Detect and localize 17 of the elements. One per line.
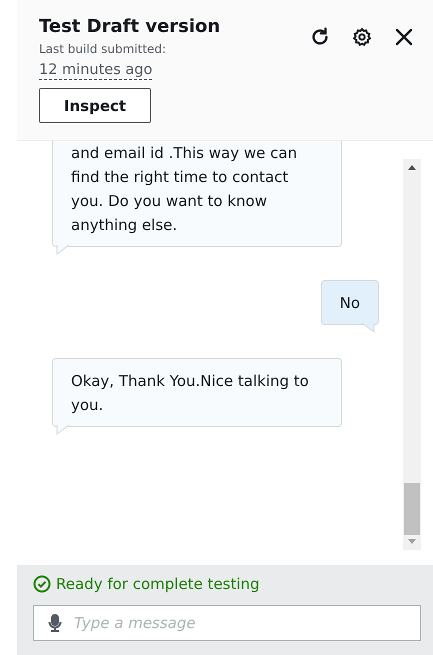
bubble-tail-icon [362, 323, 376, 333]
message-input[interactable]: Type a message [72, 613, 420, 633]
microphone-icon[interactable] [48, 614, 62, 632]
check-circle-icon [33, 575, 51, 593]
scroll-up-icon[interactable] [408, 165, 416, 170]
scrollbar[interactable] [403, 159, 421, 550]
status-text: Ready for complete testing [56, 575, 260, 593]
bubble-tail-icon [55, 245, 69, 255]
build-label: Last build submitted: [39, 42, 166, 56]
inspect-button[interactable]: Inspect [39, 88, 151, 123]
scrollbar-thumb[interactable] [404, 483, 420, 535]
panel-title: Test Draft version [39, 16, 220, 37]
settings-icon[interactable] [351, 26, 373, 48]
close-icon[interactable] [393, 26, 415, 48]
bubble-tail-icon [55, 425, 69, 435]
build-time: 12 minutes ago [39, 62, 152, 80]
message-field[interactable]: Type a message [33, 605, 421, 641]
